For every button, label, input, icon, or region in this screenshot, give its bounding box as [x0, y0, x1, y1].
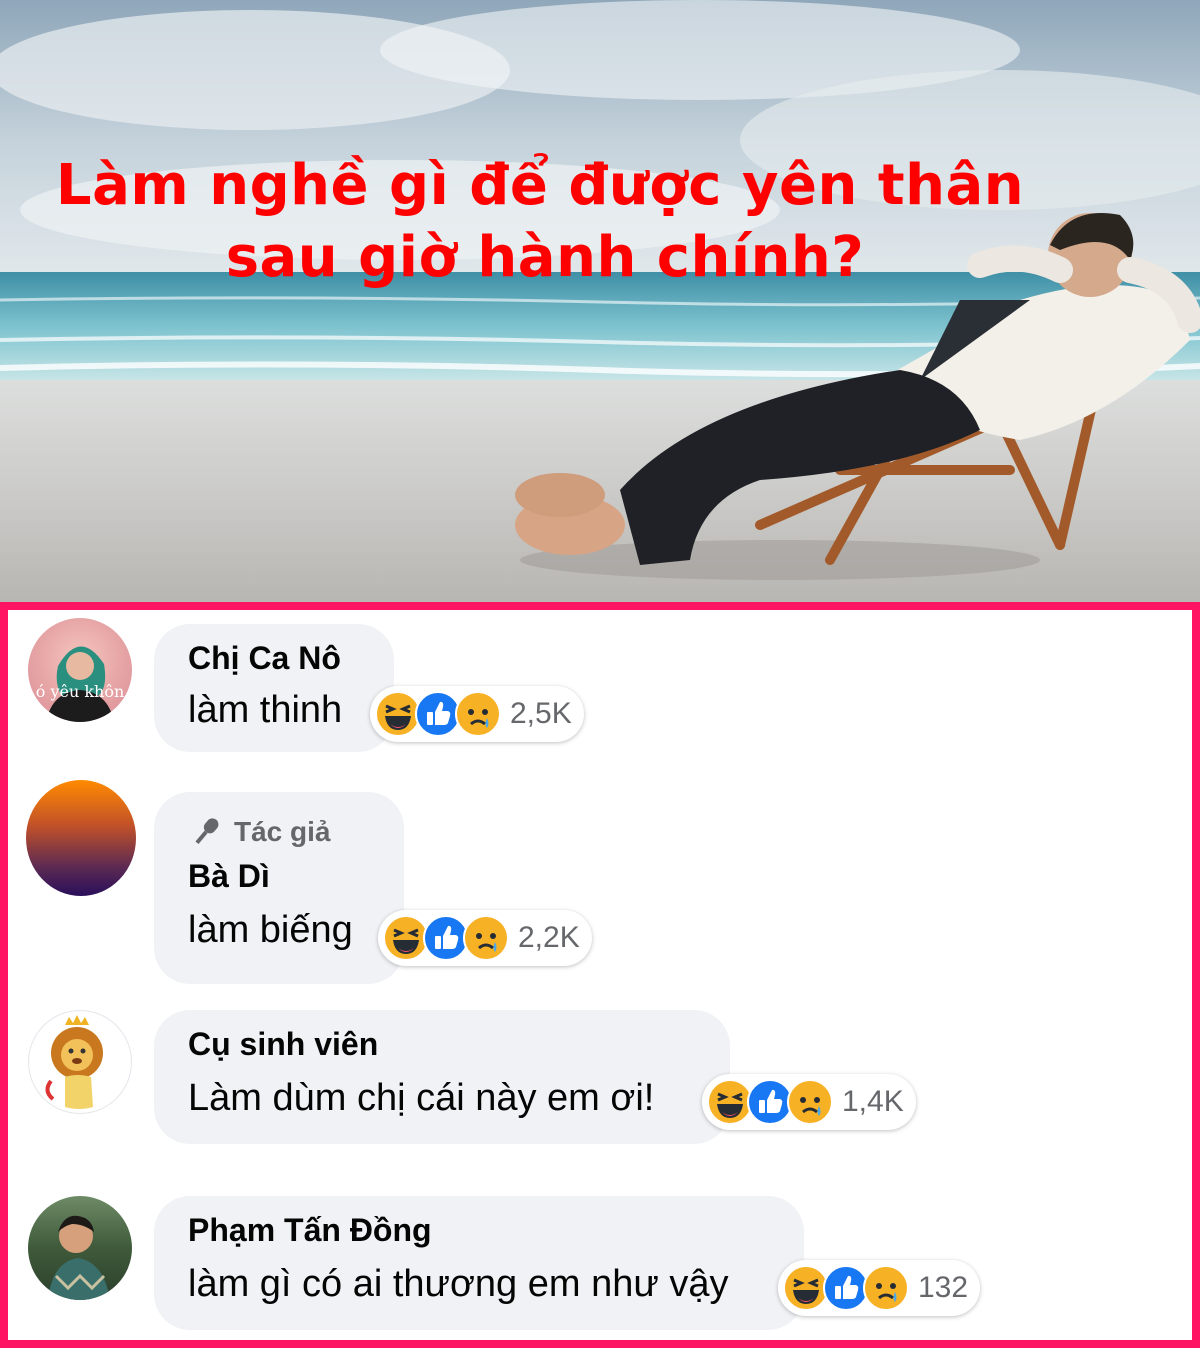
comment-author[interactable]: Bà Dì: [188, 856, 370, 896]
avatar-caption: ó yêu khôn: [35, 682, 125, 701]
avatar-portrait: [46, 646, 114, 722]
headline: Làm nghề gì để được yên thân sau giờ hàn…: [0, 150, 1080, 294]
comment-bubble[interactable]: Phạm Tấn Đồng làm gì có ai thương em như…: [154, 1196, 804, 1330]
avatar[interactable]: [28, 1196, 132, 1300]
microphone-icon: [195, 818, 219, 845]
comment-author[interactable]: Phạm Tấn Đồng: [188, 1210, 770, 1250]
author-badge: Tác giả: [188, 814, 370, 850]
sad-icon: [455, 691, 501, 737]
headline-line-2: sau giờ hành chính?: [225, 225, 865, 290]
avatar[interactable]: [26, 780, 136, 896]
comment-text: Làm dùm chị cái này em ơi!: [188, 1077, 655, 1119]
reaction-count: 2,5K: [510, 697, 572, 730]
author-badge-label: Tác giả: [234, 816, 331, 847]
beach-photo: Làm nghề gì để được yên thân sau giờ hàn…: [0, 0, 1200, 602]
beach-scene-illustration: [0, 0, 1200, 602]
comment-bubble[interactable]: Chị Ca Nô làm thinh: [154, 624, 394, 752]
comment-bubble[interactable]: Tác giả Bà Dì làm biếng: [154, 792, 404, 984]
avatar[interactable]: ó yêu khôn: [28, 618, 132, 722]
reaction-count: 2,2K: [518, 921, 580, 954]
sad-icon: [787, 1079, 833, 1125]
comment-author[interactable]: Cụ sinh viên: [188, 1024, 696, 1064]
reaction-summary[interactable]: 2,2K: [378, 910, 592, 966]
comment-text: làm thinh: [188, 689, 343, 731]
sad-icon: [463, 915, 509, 961]
comment-bubble[interactable]: Cụ sinh viên Làm dùm chị cái này em ơi!: [154, 1010, 730, 1144]
comments-panel: ó yêu khôn Chị Ca Nô làm thinh 2,5K Tác …: [0, 602, 1200, 1348]
reaction-summary[interactable]: 132: [778, 1260, 981, 1316]
reaction-count: 132: [918, 1271, 969, 1304]
avatar-portrait: [48, 1215, 110, 1300]
reaction-count: 1,4K: [842, 1085, 904, 1118]
comment-text: làm gì có ai thương em như vậy: [188, 1263, 729, 1305]
lion-avatar: [45, 1015, 103, 1109]
headline-line-1: Làm nghề gì để được yên thân: [55, 153, 1025, 218]
reaction-summary[interactable]: 1,4K: [702, 1074, 916, 1130]
avatar[interactable]: [28, 1010, 132, 1114]
sad-icon: [863, 1265, 909, 1311]
comment-author[interactable]: Chị Ca Nô: [188, 638, 360, 678]
reaction-summary[interactable]: 2,5K: [370, 686, 584, 742]
comment-text: làm biếng: [188, 909, 353, 951]
